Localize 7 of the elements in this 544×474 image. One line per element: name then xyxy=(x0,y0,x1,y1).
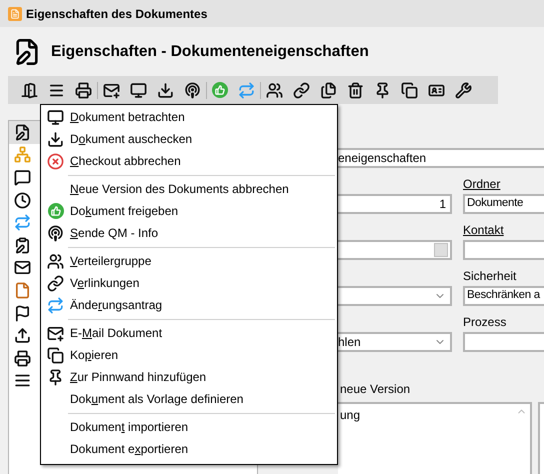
field-label: neue Version xyxy=(339,381,410,398)
field-label: Sicherheit xyxy=(463,268,516,285)
page-title: Eigenschaften - Dokumenteneigenschaften xyxy=(51,42,369,62)
field-label: Ordner xyxy=(463,176,500,193)
field-label: Prozess xyxy=(463,314,506,331)
window-title: Eigenschaften des Dokumentes xyxy=(26,6,208,22)
field-label: Kontakt xyxy=(463,222,504,239)
